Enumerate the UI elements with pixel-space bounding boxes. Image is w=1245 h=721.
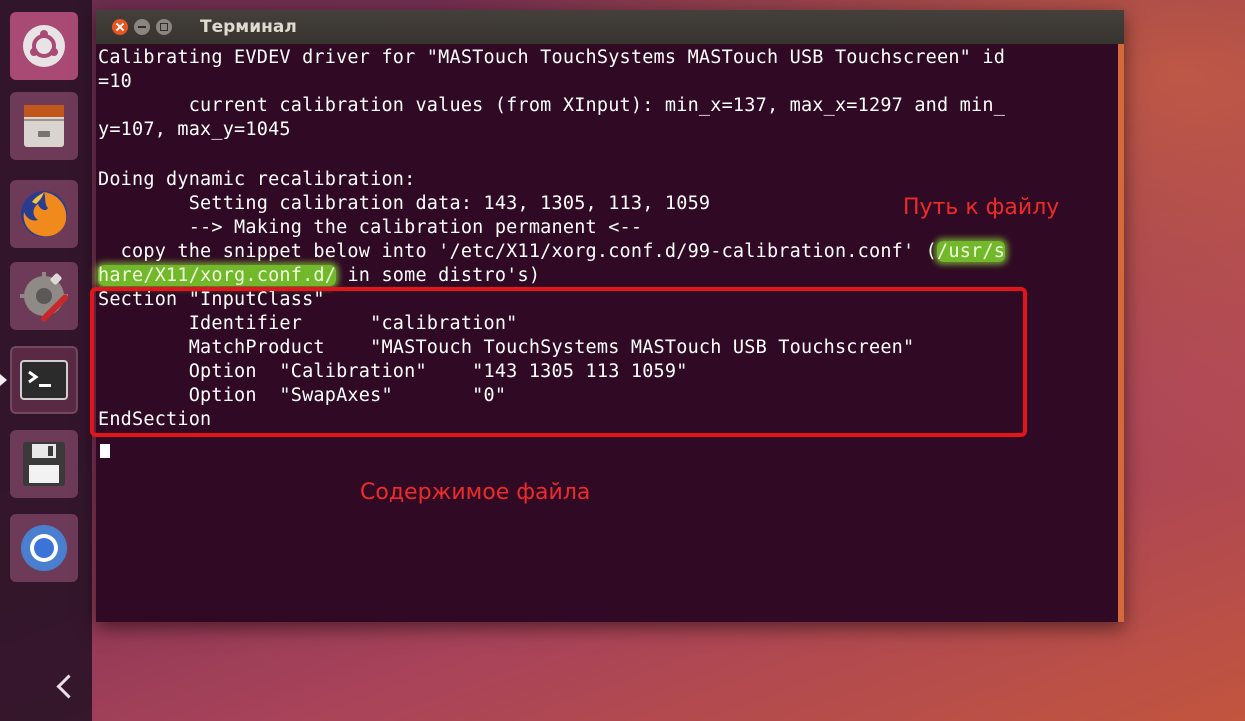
terminal-line-text: copy the snippet below into '/etc/X11/xo…	[98, 241, 938, 262]
launcher-settings-button[interactable]	[10, 262, 78, 330]
annotation-box	[90, 287, 1027, 437]
title-bar: Терминал	[96, 10, 1124, 44]
terminal-cursor	[100, 444, 110, 458]
launcher-chromium-button[interactable]	[10, 514, 78, 582]
minimize-button[interactable]	[134, 19, 150, 35]
save-icon	[23, 442, 65, 486]
launcher-save-button[interactable]	[10, 430, 78, 498]
launcher-files-button[interactable]	[10, 92, 78, 160]
terminal-line: Doing dynamic recalibration:	[98, 169, 416, 190]
path-highlight: /usr/s	[937, 241, 1006, 262]
scrollbar[interactable]	[1118, 44, 1124, 622]
terminal-line: current calibration values (from XInput)…	[98, 95, 1006, 116]
terminal-line: --> Making the calibration permanent <--	[98, 217, 643, 238]
terminal-line: hare/X11/xorg.conf.d/ in some distro's)	[98, 264, 540, 288]
path-highlight: hare/X11/xorg.conf.d/	[98, 265, 337, 286]
unity-launcher	[0, 0, 92, 721]
annotation-path-label: Путь к файлу	[903, 195, 1060, 220]
terminal-icon	[20, 360, 68, 400]
close-button[interactable]	[112, 19, 128, 35]
active-indicator	[0, 374, 7, 386]
firefox-icon	[21, 191, 67, 237]
files-icon	[24, 105, 64, 147]
settings-icon	[20, 272, 69, 322]
chromium-icon	[21, 525, 67, 571]
ubuntu-icon	[23, 25, 65, 67]
window-title: Терминал	[200, 17, 297, 37]
terminal-line: Calibrating EVDEV driver for "MASTouch T…	[98, 47, 1006, 68]
terminal-line: y=107, max_y=1045	[98, 119, 291, 140]
terminal-line-text: in some distro's)	[336, 265, 541, 286]
launcher-terminal-button[interactable]	[10, 346, 78, 414]
annotation-contents-label: Содержимое файла	[360, 480, 591, 505]
launcher-firefox-button[interactable]	[10, 180, 78, 248]
maximize-button[interactable]	[156, 19, 172, 35]
terminal-line: copy the snippet below into '/etc/X11/xo…	[98, 240, 1006, 264]
terminal-line: =10	[98, 71, 133, 92]
terminal-line: Setting calibration data: 143, 1305, 113…	[98, 193, 711, 214]
launcher-ubuntu-button[interactable]	[10, 12, 78, 80]
chevron-left-icon[interactable]	[46, 668, 86, 708]
